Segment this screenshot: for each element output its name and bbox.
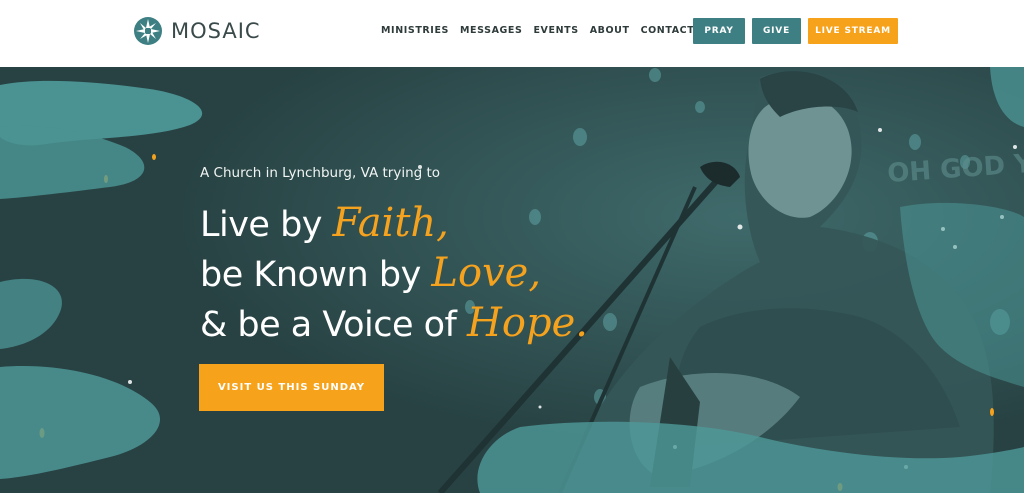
- live-stream-button[interactable]: LIVE STREAM: [808, 18, 898, 44]
- pray-button[interactable]: PRAY: [693, 18, 745, 44]
- site-header: MOSAIC MINISTRIES MESSAGES EVENTS ABOUT …: [0, 0, 1024, 67]
- give-button[interactable]: GIVE: [752, 18, 801, 44]
- nav-ministries[interactable]: MINISTRIES: [381, 24, 449, 38]
- headline-word-love: Love,: [431, 250, 542, 296]
- nav-events[interactable]: EVENTS: [533, 24, 578, 38]
- nav-about[interactable]: ABOUT: [590, 24, 630, 38]
- headline-line-2-text: be Known by: [200, 255, 432, 295]
- headline-line-3-text: & be a Voice of: [200, 305, 467, 345]
- headline-line-3: & be a Voice of Hope.: [200, 299, 588, 349]
- hero-headline: Live by Faith, be Known by Love, & be a …: [200, 199, 588, 349]
- headline-line-2: be Known by Love,: [200, 249, 588, 299]
- headline-word-hope: Hope.: [467, 300, 588, 346]
- logo-link[interactable]: MOSAIC: [133, 16, 261, 46]
- headline-line-1: Live by Faith,: [200, 199, 588, 249]
- mosaic-logo-icon: [134, 17, 162, 45]
- hero-tagline: A Church in Lynchburg, VA trying to: [200, 165, 441, 181]
- brand-name: MOSAIC: [171, 19, 261, 43]
- nav-contact[interactable]: CONTACT: [641, 24, 695, 38]
- headline-line-1-text: Live by: [200, 205, 333, 245]
- hero-section: OH GOD YO A Church in Lynchburg, VA tryi…: [0, 67, 1024, 493]
- headline-word-faith: Faith,: [332, 200, 449, 246]
- main-nav: MINISTRIES MESSAGES EVENTS ABOUT CONTACT: [381, 24, 694, 38]
- visit-us-button[interactable]: VISIT US THIS SUNDAY: [199, 364, 384, 411]
- nav-messages[interactable]: MESSAGES: [460, 24, 522, 38]
